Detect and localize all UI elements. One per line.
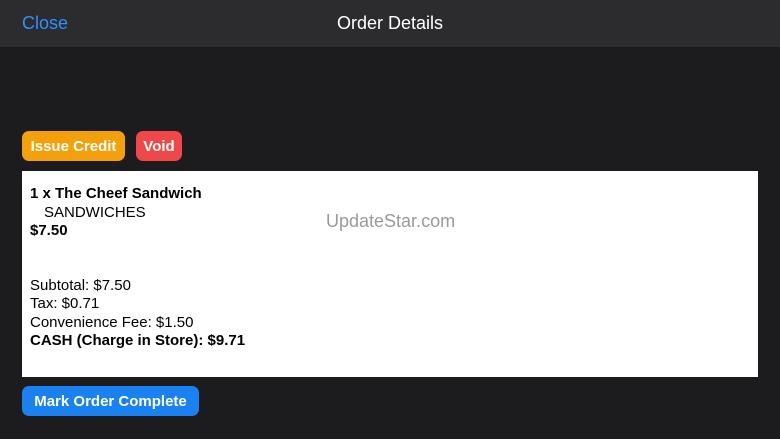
order-item-price: $7.50 xyxy=(30,222,68,239)
convenience-fee-line: Convenience Fee: $1.50 xyxy=(30,314,194,331)
order-item-category: SANDWICHES xyxy=(44,204,146,221)
mark-order-complete-button[interactable]: Mark Order Complete xyxy=(22,386,199,416)
navigation-bar: Close Order Details xyxy=(0,0,780,47)
subtotal-line: Subtotal: $7.50 xyxy=(30,277,131,294)
tax-line: Tax: $0.71 xyxy=(30,295,100,312)
total-line: CASH (Charge in Store): $9.71 xyxy=(30,332,246,349)
void-button[interactable]: Void xyxy=(136,131,182,161)
page-title: Order Details xyxy=(336,13,444,33)
order-details-card: 1 x The Cheef Sandwich SANDWICHES $7.50 … xyxy=(22,171,758,377)
order-item-title: 1 x The Cheef Sandwich xyxy=(30,185,202,202)
issue-credit-button[interactable]: Issue Credit xyxy=(22,131,125,161)
watermark: UpdateStar.com xyxy=(326,211,456,231)
